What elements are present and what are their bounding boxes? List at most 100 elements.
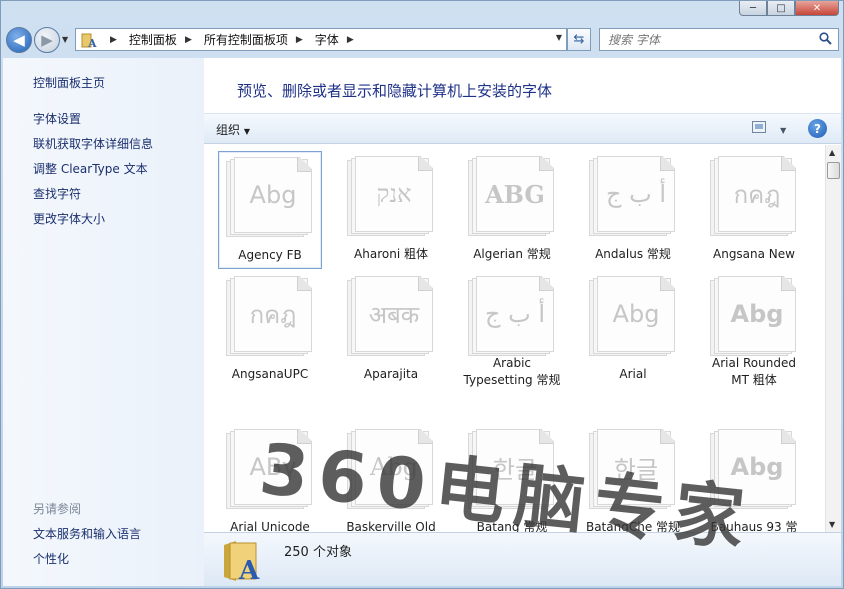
sidebar: 控制面板主页 字体设置 联机获取字体详细信息 调整 ClearType 文本 查… bbox=[3, 58, 204, 586]
sidebar-item-cleartype[interactable]: 调整 ClearType 文本 bbox=[33, 160, 148, 177]
font-item[interactable]: Abg Arial Rounded MT 粗体 bbox=[702, 271, 806, 389]
font-name: Bauhaus 93 常 bbox=[710, 520, 798, 532]
font-name: Aparajita bbox=[363, 367, 419, 381]
font-file-icon: Abg bbox=[585, 276, 681, 356]
sidebar-item-home[interactable]: 控制面板主页 bbox=[33, 74, 105, 91]
font-name: Andalus 常规 bbox=[595, 247, 671, 261]
font-item[interactable]: AΒγ Arial Unicode bbox=[218, 424, 322, 532]
font-sample: Abg bbox=[730, 300, 784, 328]
change-view-button[interactable]: ▼ bbox=[752, 121, 786, 137]
sidebar-item-text-services[interactable]: 文本服务和输入语言 bbox=[33, 525, 141, 542]
sidebar-item-online-info[interactable]: 联机获取字体详细信息 bbox=[33, 135, 153, 152]
font-item[interactable]: 한글 Batang 常规 bbox=[460, 424, 564, 532]
font-sample: 한글 bbox=[613, 455, 659, 484]
font-item[interactable]: Abg Bauhaus 93 常 bbox=[702, 424, 806, 532]
address-bar[interactable]: A ▶ 控制面板 ▶ 所有控制面板项 ▶ 字体 ▶ ▼ bbox=[75, 28, 567, 51]
explorer-window: ─ □ ✕ ◀ ▶ ▼ A ▶ 控制面板▶ 所有控制面板项▶ 字体▶ ▼ ⇆ 控… bbox=[0, 0, 844, 589]
font-name: AngsanaUPC bbox=[231, 367, 309, 381]
refresh-icon: ⇆ bbox=[573, 32, 585, 47]
see-also-heading: 另请参阅 bbox=[33, 502, 82, 516]
search-input[interactable] bbox=[608, 32, 798, 47]
font-item[interactable]: Abg Baskerville Old bbox=[339, 424, 443, 532]
font-sample: Abg bbox=[369, 453, 419, 481]
font-sample: AΒγ bbox=[249, 453, 297, 481]
search-box[interactable] bbox=[599, 28, 839, 51]
font-sample: أ ب ج bbox=[605, 180, 666, 208]
command-bar: 组织 ▼ ▼ ? bbox=[204, 113, 841, 144]
font-name: Arial Rounded MT 粗体 bbox=[712, 356, 796, 387]
font-item[interactable]: 한글 BatangChe 常规 bbox=[581, 424, 685, 532]
font-item[interactable]: Abg Agency FB bbox=[218, 151, 322, 269]
font-sample: 한글 bbox=[492, 455, 538, 484]
font-name: Aharoni 粗体 bbox=[354, 247, 428, 261]
font-item[interactable]: أ ب ج Andalus 常规 bbox=[581, 151, 685, 269]
font-name: Algerian 常规 bbox=[473, 247, 551, 261]
font-file-icon: أ ب ج bbox=[585, 156, 681, 236]
close-button[interactable]: ✕ bbox=[795, 1, 839, 16]
recent-pages-dropdown[interactable]: ▼ bbox=[62, 35, 68, 44]
forward-button[interactable]: ▶ bbox=[34, 27, 60, 53]
font-sample: אנק bbox=[376, 179, 412, 208]
details-pane: A 250 个对象 bbox=[204, 532, 841, 586]
crumb-control-panel[interactable]: 控制面板 ▶ bbox=[129, 31, 200, 48]
font-name: Arabic Typesetting 常规 bbox=[463, 356, 561, 387]
font-grid: Abg Agency FB אנק Aharoni 粗体 ABG Algerian 常规 أ… bbox=[204, 145, 825, 532]
font-item[interactable]: אנק Aharoni 粗体 bbox=[339, 151, 443, 269]
font-file-icon: 한글 bbox=[585, 429, 681, 509]
svg-text:A: A bbox=[238, 556, 260, 583]
item-count: 250 个对象 bbox=[284, 545, 352, 560]
font-item[interactable]: ABG Algerian 常规 bbox=[460, 151, 564, 269]
font-file-icon: กคฎ bbox=[222, 276, 318, 356]
main-pane: 预览、删除或者显示和隐藏计算机上安装的字体 组织 ▼ ▼ ? Abg Agency… bbox=[204, 58, 841, 586]
font-name: Baskerville Old bbox=[346, 520, 436, 532]
organize-menu[interactable]: 组织 ▼ bbox=[216, 121, 250, 138]
font-sample: अबक bbox=[368, 300, 420, 329]
font-file-icon: Abg bbox=[222, 157, 318, 237]
help-button[interactable]: ? bbox=[808, 119, 827, 138]
view-icon bbox=[752, 121, 766, 133]
chevron-down-icon: ▼ bbox=[243, 127, 250, 136]
font-sample: Abg bbox=[612, 300, 660, 328]
font-name: Arial Unicode bbox=[230, 520, 310, 532]
font-name: Agency FB bbox=[238, 248, 302, 262]
font-file-icon: กคฎ bbox=[706, 156, 802, 236]
chevron-down-icon[interactable]: ▼ bbox=[780, 126, 786, 135]
font-sample: Abg bbox=[730, 453, 784, 481]
address-dropdown[interactable]: ▼ bbox=[556, 33, 562, 42]
font-file-icon: 한글 bbox=[464, 429, 560, 509]
scroll-up-icon[interactable]: ▲ bbox=[829, 148, 835, 157]
sidebar-item-find-character[interactable]: 查找字符 bbox=[33, 185, 81, 202]
font-name: Angsana New bbox=[713, 247, 795, 261]
font-sample: ABG bbox=[485, 179, 545, 209]
page-title: 预览、删除或者显示和隐藏计算机上安装的字体 bbox=[237, 82, 553, 100]
sidebar-item-personalize[interactable]: 个性化 bbox=[33, 550, 69, 567]
font-item[interactable]: أ ب ج Arabic Typesetting 常规 bbox=[460, 271, 564, 389]
minimize-button[interactable]: ─ bbox=[739, 1, 767, 16]
fonts-folder-icon: A bbox=[80, 31, 98, 49]
font-file-icon: Abg bbox=[343, 429, 439, 509]
font-item[interactable]: กคฎ AngsanaUPC bbox=[218, 271, 322, 389]
font-sample: Abg bbox=[249, 181, 297, 209]
address-arrow[interactable]: ▶ bbox=[102, 35, 125, 45]
scroll-down-icon[interactable]: ▼ bbox=[829, 520, 835, 529]
font-name: Batang 常规 bbox=[476, 520, 548, 532]
sidebar-item-font-settings[interactable]: 字体设置 bbox=[33, 110, 81, 127]
font-sample: กคฎ bbox=[733, 180, 781, 209]
crumb-all-items[interactable]: 所有控制面板项 ▶ bbox=[204, 31, 311, 48]
font-name: BatangChe 常规 bbox=[585, 520, 681, 532]
search-icon[interactable] bbox=[819, 31, 832, 48]
font-file-icon: ABG bbox=[464, 156, 560, 236]
refresh-button[interactable]: ⇆ bbox=[567, 28, 591, 51]
font-file-icon: אנק bbox=[343, 156, 439, 236]
font-file-icon: أ ب ج bbox=[464, 276, 560, 356]
font-item[interactable]: अबक Aparajita bbox=[339, 271, 443, 389]
sidebar-item-font-size[interactable]: 更改字体大小 bbox=[33, 210, 105, 227]
scroll-thumb[interactable] bbox=[827, 162, 840, 179]
maximize-button[interactable]: □ bbox=[767, 1, 795, 16]
font-file-icon: अबक bbox=[343, 276, 439, 356]
crumb-fonts[interactable]: 字体 ▶ bbox=[315, 31, 362, 48]
font-item[interactable]: Abg Arial bbox=[581, 271, 685, 389]
font-item[interactable]: กคฎ Angsana New bbox=[702, 151, 806, 269]
back-button[interactable]: ◀ bbox=[6, 27, 32, 53]
vertical-scrollbar[interactable]: ▲ ▼ bbox=[825, 145, 841, 532]
